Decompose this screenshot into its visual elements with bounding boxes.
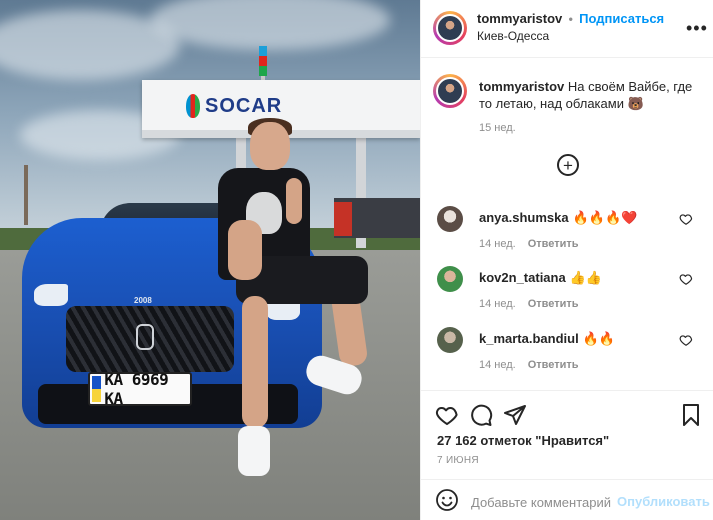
comment-line: k_marta.bandiul 🔥🔥 — [479, 331, 615, 347]
car-model-badge: 2008 — [134, 296, 152, 305]
comment-avatar[interactable] — [437, 327, 463, 353]
comment-avatar[interactable] — [437, 206, 463, 232]
share-paper-plane-icon[interactable] — [503, 403, 527, 427]
emoji-smiley-icon[interactable] — [435, 488, 459, 512]
comment-item: anya.shumska 🔥🔥🔥❤️ 14 нед. Ответить — [421, 206, 713, 262]
comment-text: 👍👍 — [569, 270, 603, 285]
comment-line: anya.shumska 🔥🔥🔥❤️ — [479, 210, 637, 226]
post-photo[interactable]: SOCAR 2008 KA 6969 KA — [0, 0, 420, 520]
comment-meta: 14 нед. Ответить — [479, 298, 579, 310]
add-comment-input[interactable] — [471, 492, 611, 512]
reply-button[interactable]: Ответить — [528, 298, 579, 310]
caption-username[interactable]: tommyaristov — [479, 79, 564, 94]
comment-username[interactable]: k_marta.bandiul — [479, 331, 579, 346]
ua-flag-icon — [92, 376, 102, 402]
more-options-icon[interactable]: ••• — [686, 18, 708, 39]
comment-like-heart-icon[interactable] — [679, 212, 693, 226]
person-leg — [242, 296, 268, 428]
comment-meta: 14 нед. Ответить — [479, 359, 579, 371]
socar-flame-icon — [186, 94, 200, 118]
comment-meta: 14 нед. Ответить — [479, 238, 579, 250]
publish-button[interactable]: Опубликовать — [617, 494, 710, 509]
comment-like-heart-icon[interactable] — [679, 333, 693, 347]
plus-icon: + — [563, 155, 573, 175]
person-sneaker — [238, 426, 270, 476]
person-arm — [228, 220, 262, 280]
comment-username[interactable]: anya.shumska — [479, 210, 569, 225]
caption-avatar[interactable] — [433, 74, 467, 108]
comment-bubble-icon[interactable] — [469, 403, 493, 427]
load-more-comments-button[interactable]: + — [557, 154, 579, 176]
comment-text: 🔥🔥🔥❤️ — [572, 210, 638, 225]
license-plate-text: KA 6969 KA — [104, 370, 169, 408]
comment-like-heart-icon[interactable] — [679, 272, 693, 286]
reply-button[interactable]: Ответить — [528, 359, 579, 371]
socar-logo: SOCAR — [186, 94, 282, 118]
caption-text-block: tommyaristov На своём Вайбе, где то лета… — [479, 78, 699, 112]
follow-button[interactable]: Подписаться — [579, 11, 664, 26]
cloud — [150, 0, 390, 50]
person-forearm — [286, 178, 302, 224]
comment-item: kov2n_tatiana 👍👍 14 нед. Ответить — [421, 266, 713, 322]
author-username[interactable]: tommyaristov — [477, 11, 562, 26]
person-head — [250, 122, 290, 170]
license-plate: KA 6969 KA — [88, 370, 192, 408]
post-location[interactable]: Киев-Одесса — [477, 29, 549, 43]
header-separator: • — [568, 12, 573, 26]
header-user-line: tommyaristov • Подписаться — [477, 11, 664, 26]
truck-cab — [334, 202, 352, 236]
peugeot-emblem-icon — [136, 324, 154, 350]
caption-timestamp[interactable]: 15 нед. — [479, 122, 516, 134]
comment-timestamp[interactable]: 14 нед. — [479, 298, 516, 310]
comment-timestamp[interactable]: 14 нед. — [479, 359, 516, 371]
radio-tower — [24, 165, 28, 225]
comment-username[interactable]: kov2n_tatiana — [479, 270, 566, 285]
likes-count[interactable]: 27 162 отметок "Нравится" — [437, 433, 609, 448]
post-actions: 27 162 отметок "Нравится" 7 ИЮНЯ Опублик… — [421, 390, 713, 520]
socar-sign-text: SOCAR — [205, 94, 283, 117]
comment-item: k_marta.bandiul 🔥🔥 14 нед. Ответить — [421, 327, 713, 383]
comment-text: 🔥🔥 — [582, 331, 616, 346]
comment-timestamp[interactable]: 14 нед. — [479, 238, 516, 250]
post-side-panel: tommyaristov • Подписаться Киев-Одесса •… — [420, 0, 713, 520]
like-heart-icon[interactable] — [435, 403, 459, 427]
save-bookmark-icon[interactable] — [679, 403, 703, 427]
azerbaijan-flag — [259, 46, 267, 76]
reply-button[interactable]: Ответить — [528, 238, 579, 250]
post-header: tommyaristov • Подписаться Киев-Одесса •… — [421, 0, 713, 58]
comment-avatar[interactable] — [437, 266, 463, 292]
comment-line: kov2n_tatiana 👍👍 — [479, 270, 602, 286]
add-comment-row: Опубликовать — [421, 479, 713, 520]
post-date[interactable]: 7 ИЮНЯ — [437, 455, 479, 466]
car-headlight-left — [34, 284, 68, 306]
author-avatar[interactable] — [433, 11, 467, 45]
